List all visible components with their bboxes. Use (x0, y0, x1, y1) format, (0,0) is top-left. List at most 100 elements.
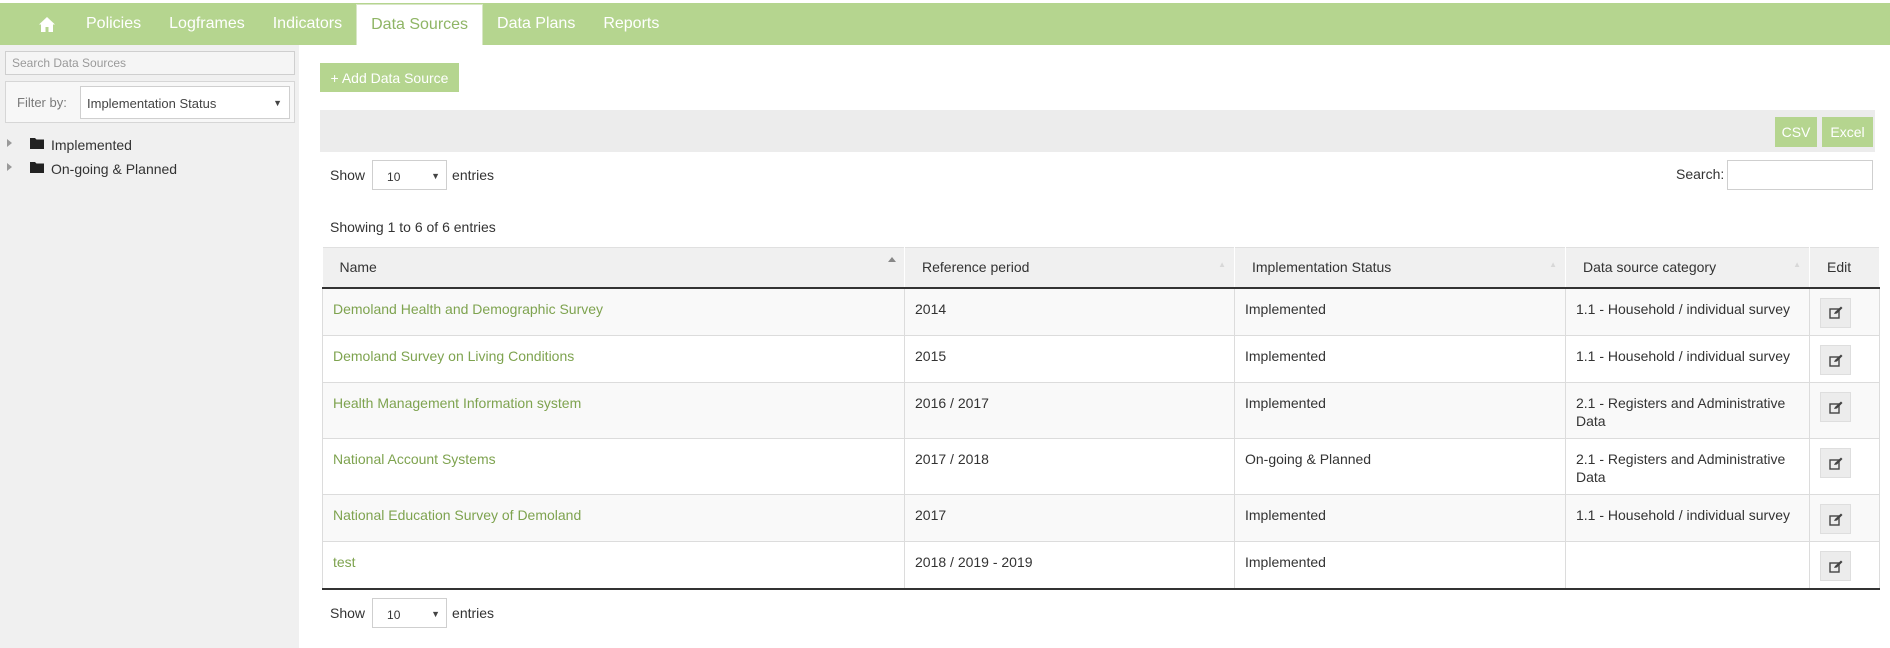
cell-edit (1809, 438, 1880, 495)
cell-category: 1.1 - Household / individual survey (1565, 335, 1810, 383)
nav-reports[interactable]: Reports (589, 3, 673, 45)
data-source-link[interactable]: Demoland Survey on Living Conditions (333, 348, 574, 364)
cell-status: Implemented (1234, 287, 1566, 336)
edit-icon (1828, 513, 1842, 526)
edit-icon (1828, 560, 1842, 573)
data-source-link[interactable]: Health Management Information system (333, 395, 581, 411)
nav-data-sources[interactable]: Data Sources (356, 4, 484, 45)
edit-button[interactable] (1820, 392, 1851, 422)
cell-name: National Account Systems (322, 438, 905, 495)
data-source-link[interactable]: test (333, 554, 356, 570)
table-search-input[interactable] (1727, 160, 1873, 190)
sort-icon: ▲ (1549, 260, 1557, 269)
filter-select-value: Implementation Status (87, 96, 217, 111)
sidebar-search-input[interactable] (5, 51, 295, 75)
page-length-control-top: Show 10 ▼ entries (330, 160, 494, 190)
column-header-implementation-status[interactable]: Implementation Status ▲ (1234, 247, 1566, 289)
nav-policies[interactable]: Policies (72, 3, 155, 45)
edit-button[interactable] (1820, 345, 1851, 375)
tree-item-label: Implemented (51, 137, 132, 153)
edit-icon (1828, 457, 1842, 470)
cell-edit (1809, 335, 1880, 383)
table-row: Demoland Health and Demographic Survey 2… (322, 287, 1880, 336)
tree-item-ongoing-planned[interactable]: On-going & Planned (0, 157, 295, 181)
tree-item-implemented[interactable]: Implemented (0, 133, 295, 157)
page-length-select[interactable]: 10 ▼ (372, 598, 448, 628)
column-header-name[interactable]: Name (322, 247, 905, 289)
main-nav: Policies Logframes Indicators Data Sourc… (24, 3, 673, 45)
cell-status: Implemented (1234, 494, 1566, 542)
data-source-link[interactable]: National Education Survey of Demoland (333, 507, 581, 523)
cell-name: Health Management Information system (322, 382, 905, 439)
cell-period: 2014 (904, 287, 1235, 336)
cell-category: 2.1 - Registers and Administrative Data (1565, 382, 1810, 439)
table-row: Health Management Information system 201… (322, 382, 1880, 439)
page-length-control-bottom: Show 10 ▼ entries (330, 598, 494, 628)
cell-category: 1.1 - Household / individual survey (1565, 287, 1810, 336)
column-header-edit: Edit (1809, 247, 1880, 289)
edit-button[interactable] (1820, 504, 1851, 534)
edit-button[interactable] (1820, 448, 1851, 478)
expand-arrow-icon[interactable] (7, 163, 12, 171)
sort-asc-icon (888, 257, 896, 262)
sort-icon: ▲ (1793, 260, 1801, 269)
entries-label: entries (452, 605, 495, 621)
export-toolbar (320, 110, 1875, 152)
edit-icon (1828, 401, 1842, 414)
sort-icon: ▲ (1218, 260, 1226, 269)
edit-button[interactable] (1820, 297, 1851, 328)
table-row: Demoland Survey on Living Conditions 201… (322, 335, 1880, 383)
home-icon (39, 16, 55, 32)
filter-box: Filter by: Implementation Status ▼ (5, 81, 295, 123)
data-source-link[interactable]: Demoland Health and Demographic Survey (333, 301, 603, 317)
tree-item-label: On-going & Planned (51, 161, 178, 177)
cell-category: 1.1 - Household / individual survey (1565, 494, 1810, 542)
cell-period: 2016 / 2017 (904, 382, 1235, 439)
page-length-select[interactable]: 10 ▼ (372, 160, 448, 190)
table-row: National Account Systems 2017 / 2018 On-… (322, 438, 1880, 495)
cell-period: 2017 / 2018 (904, 438, 1235, 495)
add-data-source-button[interactable]: + Add Data Source (320, 63, 459, 92)
show-label: Show (330, 167, 366, 183)
cell-category (1565, 541, 1810, 590)
nav-indicators[interactable]: Indicators (259, 3, 356, 45)
top-navbar: Policies Logframes Indicators Data Sourc… (0, 3, 1890, 45)
chevron-down-icon: ▼ (431, 609, 441, 619)
cell-name: National Education Survey of Demoland (322, 494, 905, 542)
page-length-value: 10 (387, 170, 401, 184)
cell-status: Implemented (1234, 335, 1566, 383)
cell-name: test (322, 541, 905, 590)
cell-status: On-going & Planned (1234, 438, 1566, 495)
edit-icon (1828, 306, 1842, 319)
cell-period: 2017 (904, 494, 1235, 542)
edit-button[interactable] (1820, 551, 1851, 581)
nav-home[interactable] (24, 3, 72, 45)
expand-arrow-icon[interactable] (7, 139, 12, 147)
table-row: National Education Survey of Demoland 20… (322, 494, 1880, 542)
column-header-category[interactable]: Data source category ▲ (1565, 247, 1810, 289)
excel-export-button[interactable]: Excel (1822, 117, 1873, 147)
cell-category: 2.1 - Registers and Administrative Data (1565, 438, 1810, 495)
filter-select[interactable]: Implementation Status ▼ (80, 86, 290, 119)
table-row: test 2018 / 2019 - 2019 Implemented (322, 541, 1880, 590)
cell-edit (1809, 287, 1880, 336)
cell-name: Demoland Health and Demographic Survey (322, 287, 905, 336)
nav-data-plans[interactable]: Data Plans (483, 3, 589, 45)
data-sources-table: Name Reference period ▲ Implementation St… (322, 247, 1880, 590)
edit-icon (1828, 354, 1842, 367)
cell-status: Implemented (1234, 382, 1566, 439)
entries-label: entries (452, 167, 495, 183)
cell-period: 2015 (904, 335, 1235, 383)
sidebar: Filter by: Implementation Status ▼ Imple… (0, 45, 299, 648)
cell-name: Demoland Survey on Living Conditions (322, 335, 905, 383)
data-source-link[interactable]: National Account Systems (333, 451, 496, 467)
csv-export-button[interactable]: CSV (1775, 117, 1817, 147)
status-tree: Implemented On-going & Planned (0, 133, 295, 181)
table-header-row: Name Reference period ▲ Implementation St… (322, 247, 1880, 289)
nav-logframes[interactable]: Logframes (155, 3, 259, 45)
cell-edit (1809, 541, 1880, 590)
column-header-reference-period[interactable]: Reference period ▲ (904, 247, 1235, 289)
table-info: Showing 1 to 6 of 6 entries (330, 219, 496, 235)
cell-status: Implemented (1234, 541, 1566, 590)
filter-label: Filter by: (17, 95, 67, 110)
